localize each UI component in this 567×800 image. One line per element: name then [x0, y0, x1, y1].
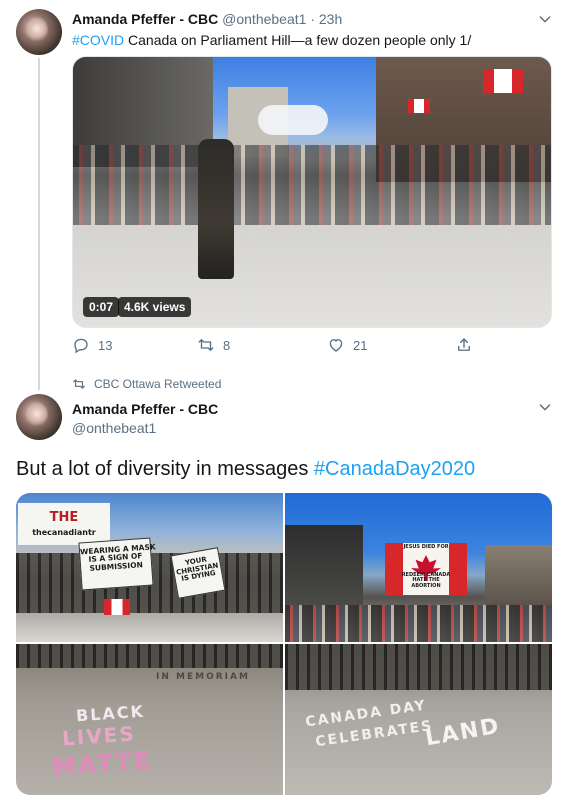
retweet-banner: CBC Ottawa Retweeted	[72, 377, 221, 391]
banner-title: THE	[49, 510, 79, 525]
author-handle[interactable]: @onthebeat1	[222, 11, 306, 27]
parliament-building	[485, 545, 552, 605]
avatar[interactable]	[16, 394, 62, 440]
canada-flag	[408, 99, 430, 113]
like-action[interactable]: 21	[327, 336, 367, 354]
iron-fence	[285, 644, 552, 690]
retweet-banner-text[interactable]: CBC Ottawa Retweeted	[94, 377, 221, 391]
chalk-text-matter: MATTE	[51, 746, 154, 782]
tweet-body: Canada on Parliament Hill—a few dozen pe…	[124, 32, 472, 48]
chalk-text-land: LAND	[423, 713, 503, 752]
author-handle[interactable]: @onthebeat1	[72, 420, 156, 436]
reply-count: 13	[98, 337, 113, 353]
tweet-time[interactable]: 23h	[319, 11, 342, 27]
photo-grid: THE thecanadiantr WEARING A MASK IS A SI…	[16, 493, 552, 795]
photo-4[interactable]: CANADA DAY CELEBRATES LAND	[285, 644, 552, 795]
video-views: 4.6K views	[118, 297, 192, 317]
tweet-header: Amanda Pfeffer - CBC @onthebeat1 · 23h	[72, 11, 342, 27]
tweet-text: But a lot of diversity in messages #Cana…	[16, 458, 475, 481]
canada-flag	[104, 599, 130, 615]
tweet-1: Amanda Pfeffer - CBC @onthebeat1 · 23h #…	[0, 0, 567, 391]
chalk-text-lives: LIVES	[61, 721, 137, 751]
protest-banner: THE thecanadiantr	[18, 503, 110, 545]
photo-3[interactable]: IN MEMORIAM BLACK LIVES MATTE	[16, 644, 283, 795]
photo-2[interactable]: JESUS DIED FOR REDEEM CANADA HATE THE AB…	[285, 493, 552, 642]
photo-1[interactable]: THE thecanadiantr WEARING A MASK IS A SI…	[16, 493, 283, 642]
banner-subtitle: thecanadiantr	[32, 528, 96, 538]
iron-fence	[16, 644, 283, 668]
retweet-icon	[73, 379, 85, 389]
flag-text-line: ABORTION	[411, 582, 441, 589]
reply-icon	[74, 338, 88, 354]
video-duration: 0:07	[83, 297, 120, 317]
video-scene-cloud	[258, 105, 328, 135]
chalk-text-black: BLACK	[75, 701, 146, 726]
avatar[interactable]	[16, 9, 62, 55]
retweet-action[interactable]: 8	[197, 336, 230, 354]
video-player[interactable]: 0:07 4.6K views	[72, 56, 552, 328]
retweet-icon	[198, 339, 214, 351]
tweet-text: #COVID Canada on Parliament Hill—a few d…	[72, 32, 471, 48]
retweet-count: 8	[223, 337, 231, 353]
author-name[interactable]: Amanda Pfeffer - CBC	[72, 11, 218, 27]
tweet-body: But a lot of diversity in messages	[16, 458, 314, 480]
hashtag-link[interactable]: #COVID	[72, 32, 124, 48]
heart-icon	[329, 339, 343, 352]
chalk-text-memoriam: IN MEMORIAM	[156, 672, 250, 682]
author-name[interactable]: Amanda Pfeffer - CBC	[72, 401, 218, 417]
reply-action[interactable]: 13	[72, 336, 112, 354]
share-action[interactable]	[455, 336, 473, 354]
christian-sign: YOUR CHRISTIAN IS DYING	[170, 547, 226, 599]
crowd	[285, 605, 552, 642]
flag-banner-text: JESUS DIED FOR REDEEM CANADA HATE THE AB…	[395, 543, 457, 595]
flag-text-line: JESUS DIED FOR	[403, 544, 449, 550]
share-icon	[458, 338, 470, 351]
dot-separator: ·	[310, 11, 315, 27]
video-scene-person	[198, 139, 234, 279]
mask-sign: WEARING A MASK IS A SIGN OF SUBMISSION	[78, 537, 156, 591]
chevron-down-icon[interactable]	[537, 399, 553, 415]
hashtag-link[interactable]: #CanadaDay2020	[314, 458, 475, 480]
video-scene-crowd	[73, 145, 551, 225]
canada-flag	[483, 69, 523, 93]
like-count: 21	[353, 337, 368, 353]
city-building	[285, 525, 363, 605]
chevron-down-icon[interactable]	[537, 11, 553, 27]
tweet-actions: 13 8 21	[72, 336, 552, 358]
thread-line	[38, 58, 40, 390]
